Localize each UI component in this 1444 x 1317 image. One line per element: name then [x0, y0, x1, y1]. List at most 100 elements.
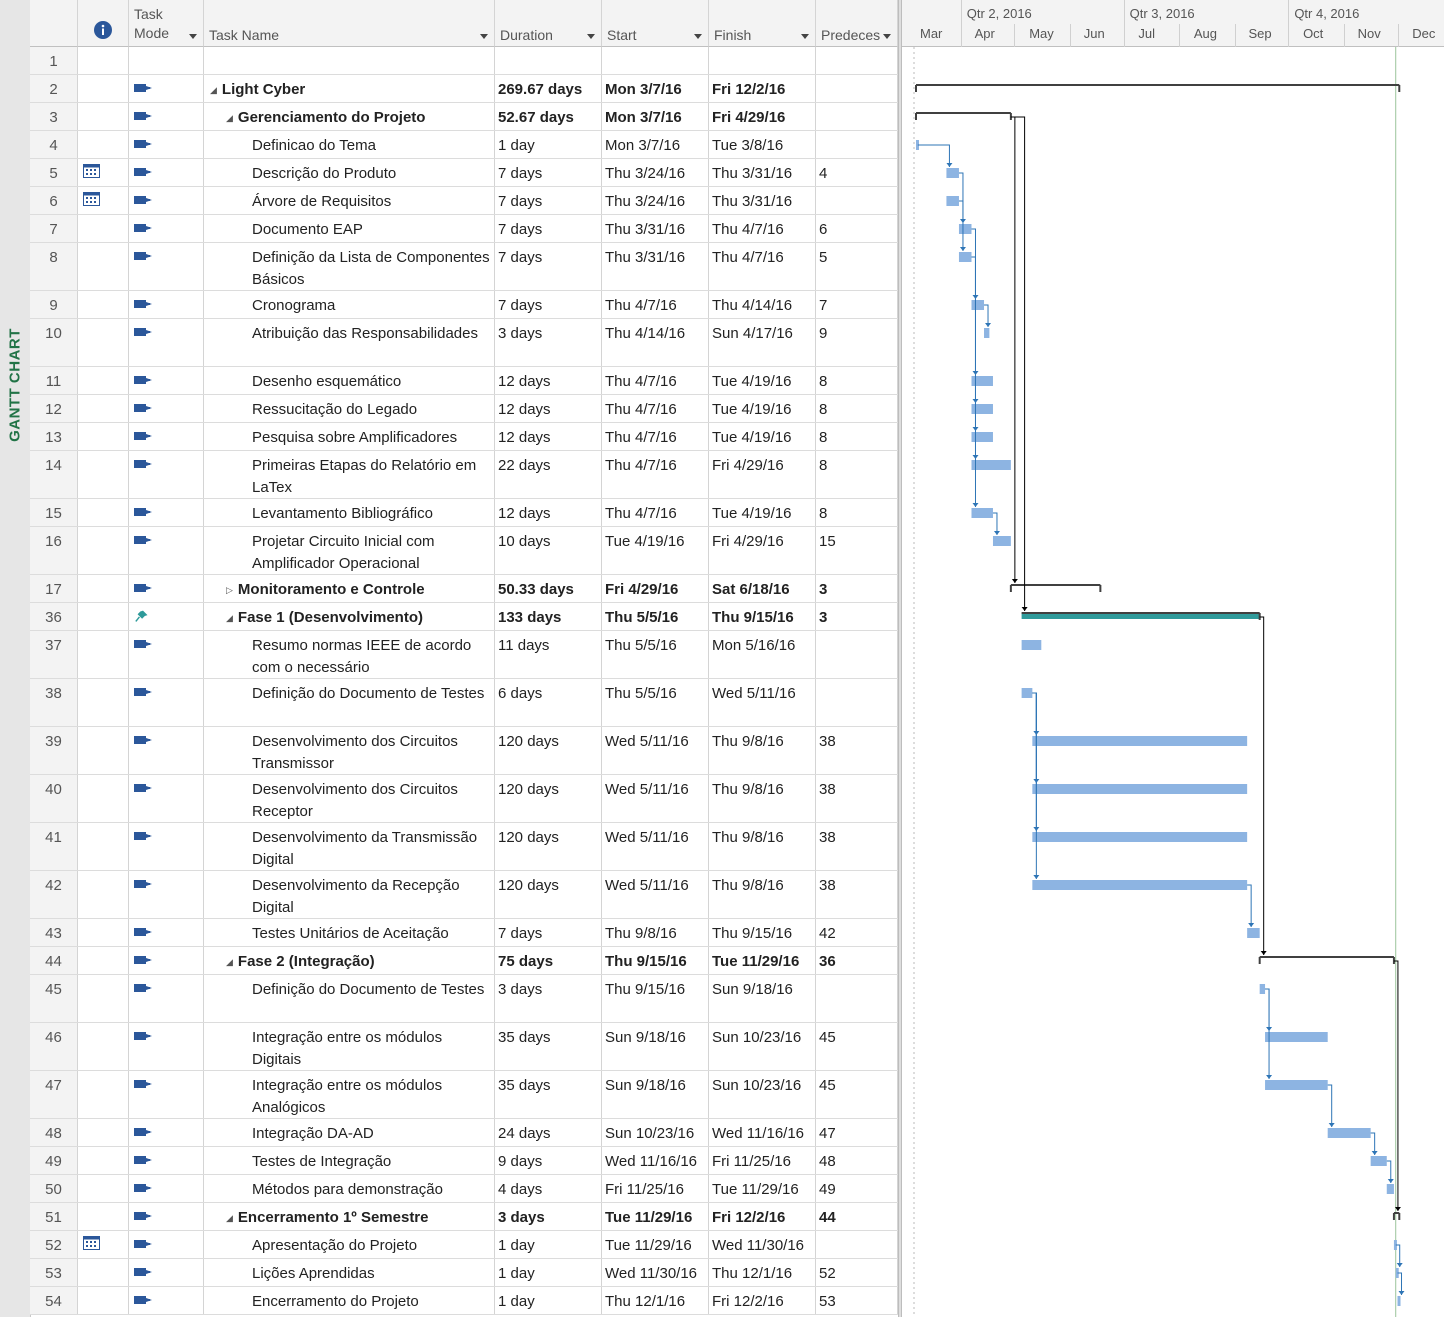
predecessors-cell[interactable]: 38 — [816, 823, 898, 870]
duration-cell[interactable]: 35 days — [495, 1023, 602, 1070]
predecessors-cell[interactable]: 15 — [816, 527, 898, 574]
predecessors-cell[interactable] — [816, 1231, 898, 1258]
predecessors-cell[interactable]: 53 — [816, 1287, 898, 1314]
task-name-cell[interactable]: Métodos para demonstração — [204, 1175, 495, 1202]
task-row[interactable]: 2 ◢ Light Cyber 269.67 days Mon 3/7/16 Fri 12… — [30, 75, 898, 103]
task-row[interactable]: 16 Projetar Circuito Inicial com Amplific… — [30, 527, 898, 575]
start-cell[interactable] — [602, 47, 709, 74]
task-mode-cell[interactable] — [129, 527, 204, 574]
finish-cell[interactable]: Fri 12/2/16 — [709, 75, 816, 102]
predecessors-cell[interactable]: 3 — [816, 603, 898, 630]
row-id[interactable]: 49 — [30, 1147, 78, 1174]
task-name-cell[interactable]: Atribuição das Responsabilidades — [204, 319, 495, 366]
duration-cell[interactable]: 3 days — [495, 319, 602, 366]
predecessors-cell[interactable] — [816, 103, 898, 130]
task-mode-cell[interactable] — [129, 823, 204, 870]
row-id[interactable]: 48 — [30, 1119, 78, 1146]
task-row[interactable]: 42 Desenvolvimento da Recepção Digital 120… — [30, 871, 898, 919]
finish-cell[interactable]: Fri 4/29/16 — [709, 451, 816, 498]
finish-cell[interactable]: Tue 4/19/16 — [709, 423, 816, 450]
finish-cell[interactable]: Tue 11/29/16 — [709, 947, 816, 974]
row-id[interactable]: 40 — [30, 775, 78, 822]
task-row[interactable]: 43 Testes Unitários de Aceitação 7 days Thu… — [30, 919, 898, 947]
row-id[interactable]: 1 — [30, 47, 78, 74]
duration-cell[interactable]: 52.67 days — [495, 103, 602, 130]
start-cell[interactable]: Mon 3/7/16 — [602, 131, 709, 158]
finish-cell[interactable]: Thu 12/1/16 — [709, 1259, 816, 1286]
task-mode-cell[interactable] — [129, 451, 204, 498]
task-mode-cell[interactable] — [129, 727, 204, 774]
finish-cell[interactable]: Tue 3/8/16 — [709, 131, 816, 158]
duration-cell[interactable]: 12 days — [495, 499, 602, 526]
view-bar[interactable]: GANTT CHART — [0, 0, 31, 1317]
start-cell[interactable]: Thu 5/5/16 — [602, 603, 709, 630]
finish-cell[interactable]: Wed 11/30/16 — [709, 1231, 816, 1258]
start-cell[interactable]: Thu 12/1/16 — [602, 1287, 709, 1314]
task-row[interactable]: 45 Definição do Documento de Testes 3 days… — [30, 975, 898, 1023]
start-cell[interactable]: Wed 11/16/16 — [602, 1147, 709, 1174]
task-mode-cell[interactable] — [129, 1023, 204, 1070]
task-mode-cell[interactable] — [129, 499, 204, 526]
finish-cell[interactable]: Thu 4/7/16 — [709, 215, 816, 242]
task-name-cell[interactable]: Integração entre os módulos Digitais — [204, 1023, 495, 1070]
task-row[interactable]: 5 Descrição do Produto 7 days Thu 3/24/16 Th… — [30, 159, 898, 187]
duration-cell[interactable]: 24 days — [495, 1119, 602, 1146]
task-row[interactable]: 10 Atribuição das Responsabilidades 3 days… — [30, 319, 898, 367]
predecessors-cell[interactable]: 42 — [816, 919, 898, 946]
task-row[interactable]: 15 Levantamento Bibliográfico 12 days Thu 4… — [30, 499, 898, 527]
task-name-cell[interactable]: Definicao do Tema — [204, 131, 495, 158]
task-name-cell[interactable]: ◢ Encerramento 1º Semestre — [204, 1203, 495, 1230]
duration-cell[interactable]: 12 days — [495, 423, 602, 450]
row-id[interactable]: 52 — [30, 1231, 78, 1258]
task-mode-cell[interactable] — [129, 679, 204, 726]
row-id[interactable]: 8 — [30, 243, 78, 290]
task-mode-cell[interactable] — [129, 1287, 204, 1314]
task-name-cell[interactable]: Cronograma — [204, 291, 495, 318]
duration-cell[interactable]: 9 days — [495, 1147, 602, 1174]
task-row[interactable]: 9 Cronograma 7 days Thu 4/7/16 Thu 4/14/16 7 — [30, 291, 898, 319]
predecessors-column-header[interactable]: Predeces — [816, 0, 898, 47]
task-mode-cell[interactable] — [129, 319, 204, 366]
task-row[interactable]: 44 ◢ Fase 2 (Integração) 75 days Thu 9/15/16… — [30, 947, 898, 975]
task-mode-cell[interactable] — [129, 47, 204, 74]
task-name-cell[interactable]: Definição do Documento de Testes — [204, 975, 495, 1022]
task-mode-cell[interactable] — [129, 1203, 204, 1230]
task-name-cell[interactable]: Árvore de Requisitos — [204, 187, 495, 214]
duration-cell[interactable]: 3 days — [495, 975, 602, 1022]
duration-cell[interactable]: 50.33 days — [495, 575, 602, 602]
task-row[interactable]: 11 Desenho esquemático 12 days Thu 4/7/16 Tu… — [30, 367, 898, 395]
start-cell[interactable]: Mon 3/7/16 — [602, 103, 709, 130]
start-cell[interactable]: Thu 4/7/16 — [602, 395, 709, 422]
start-cell[interactable]: Tue 11/29/16 — [602, 1203, 709, 1230]
expand-icon[interactable]: ▷ — [226, 579, 233, 601]
task-mode-cell[interactable] — [129, 975, 204, 1022]
predecessors-cell[interactable] — [816, 47, 898, 74]
row-id[interactable]: 46 — [30, 1023, 78, 1070]
row-id[interactable]: 50 — [30, 1175, 78, 1202]
predecessors-cell[interactable]: 5 — [816, 243, 898, 290]
row-id[interactable]: 36 — [30, 603, 78, 630]
start-column-header[interactable]: Start — [602, 0, 709, 47]
start-cell[interactable]: Sun 10/23/16 — [602, 1119, 709, 1146]
task-mode-cell[interactable] — [129, 131, 204, 158]
task-row[interactable]: 7 Documento EAP 7 days Thu 3/31/16 Thu 4/7/1… — [30, 215, 898, 243]
start-cell[interactable]: Tue 11/29/16 — [602, 1231, 709, 1258]
task-mode-cell[interactable] — [129, 103, 204, 130]
task-name-column-header[interactable]: Task Name — [204, 0, 495, 47]
predecessors-cell[interactable]: 45 — [816, 1071, 898, 1118]
task-mode-cell[interactable] — [129, 1147, 204, 1174]
task-row[interactable]: 41 Desenvolvimento da Transmissão Digital… — [30, 823, 898, 871]
task-mode-cell[interactable] — [129, 1119, 204, 1146]
start-cell[interactable]: Wed 11/30/16 — [602, 1259, 709, 1286]
finish-cell[interactable]: Thu 9/15/16 — [709, 919, 816, 946]
task-mode-cell[interactable] — [129, 1231, 204, 1258]
start-cell[interactable]: Thu 5/5/16 — [602, 631, 709, 678]
task-name-cell[interactable]: Projetar Circuito Inicial com Amplificad… — [204, 527, 495, 574]
duration-cell[interactable] — [495, 47, 602, 74]
row-id[interactable]: 13 — [30, 423, 78, 450]
start-cell[interactable]: Thu 4/7/16 — [602, 367, 709, 394]
task-name-cell[interactable]: Desenho esquemático — [204, 367, 495, 394]
task-name-cell[interactable]: Testes de Integração — [204, 1147, 495, 1174]
collapse-icon[interactable]: ◢ — [210, 79, 217, 101]
task-name-cell[interactable]: Primeiras Etapas do Relatório em LaTex — [204, 451, 495, 498]
